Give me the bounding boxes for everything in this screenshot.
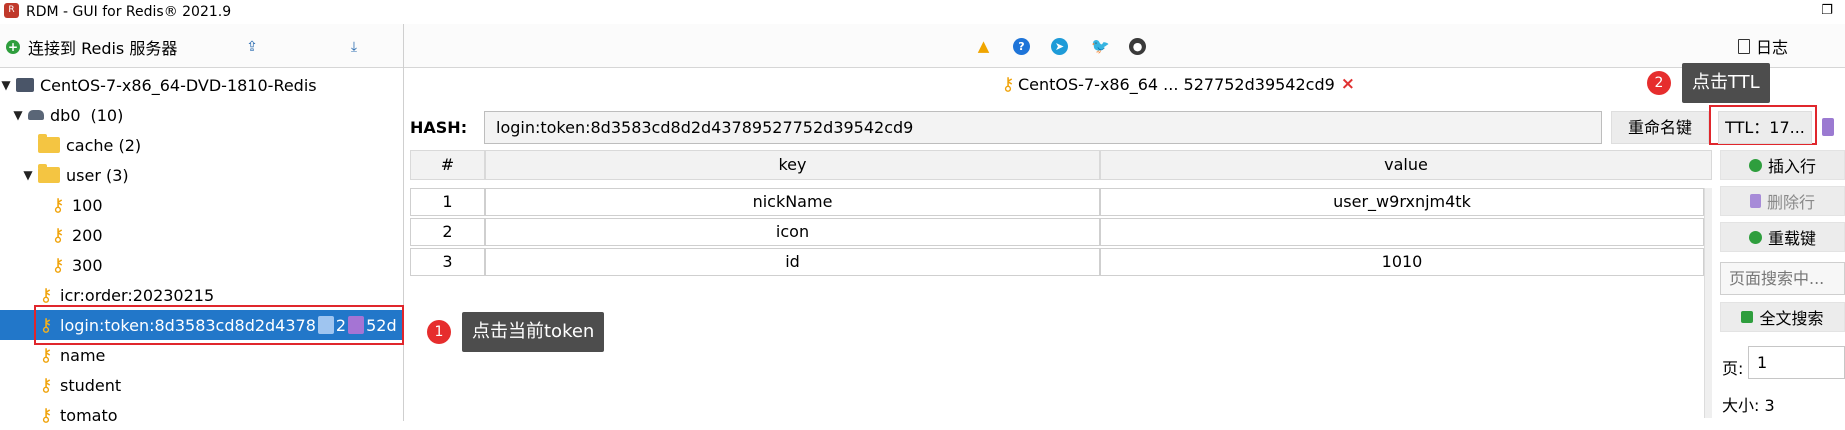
key-name-field[interactable]: login:token:8d3583cd8d2d43789527752d3954… (484, 111, 1602, 144)
folder-icon (38, 164, 60, 183)
tree-key-100[interactable]: ⚷ 100 (0, 190, 403, 220)
table-scrollbar[interactable] (1704, 188, 1712, 418)
key-icon: ⚷ (39, 284, 53, 306)
tree-item-label: cache (2) (66, 135, 142, 155)
plus-circle-icon: + (6, 40, 20, 54)
tree-server-node[interactable]: ▼ CentOS-7-x86_64-DVD-1810-Redis (0, 70, 403, 100)
table-header-value[interactable]: value (1100, 150, 1712, 180)
insert-row-button[interactable]: 插入行 (1720, 150, 1845, 180)
tree-key-300[interactable]: ⚷ 300 (0, 250, 403, 280)
window-title: RDM - GUI for Redis® 2021.9 (26, 4, 232, 20)
table-header-index[interactable]: # (410, 150, 485, 180)
tree-item-label: name (60, 345, 106, 365)
table-cell[interactable]: 3 (410, 248, 485, 276)
table-header-key[interactable]: key (485, 150, 1100, 180)
table-cell[interactable]: 1010 (1100, 248, 1704, 276)
ttl-button[interactable]: TTL：17... (1718, 111, 1812, 144)
annotation-badge: 2 (1647, 71, 1671, 95)
tree-db-node[interactable]: ▼ db0 (10) (0, 100, 403, 130)
folder-icon (38, 134, 60, 153)
insert-row-label: 插入行 (1767, 157, 1816, 176)
delete-key-icon[interactable] (1822, 118, 1834, 136)
table-cell[interactable]: id (485, 248, 1100, 276)
help-icon[interactable]: ? (1013, 38, 1030, 55)
expand-triangle-icon[interactable]: ▼ (12, 108, 24, 122)
db-name: db0 (50, 105, 81, 125)
rename-key-button[interactable]: 重命名键 (1611, 111, 1709, 144)
tree-item-label: 200 (72, 225, 103, 245)
app-logo-icon: R (4, 3, 19, 18)
annotation-callout: 点击当前token (462, 312, 605, 352)
delete-row-label: 删除行 (1766, 193, 1815, 212)
tab-title: CentOS-7-x86_64 ... 527752d39542cd9 (1018, 74, 1335, 94)
telegram-icon[interactable]: ➤ (1051, 38, 1068, 55)
expand-triangle-icon[interactable]: ▼ (22, 168, 34, 182)
tree-folder-user[interactable]: ▼ user (3) (0, 160, 403, 190)
restore-window-button[interactable]: ❐ (1818, 3, 1836, 19)
page-search-input[interactable]: 页面搜索中... (1720, 262, 1845, 295)
expand-triangle-icon[interactable]: ▼ (0, 78, 12, 92)
tree-key-student[interactable]: ⚷ student (0, 370, 403, 400)
key-icon: ⚷ (51, 194, 65, 216)
tree-item-label: student (60, 375, 122, 395)
key-icon: ⚷ (51, 224, 65, 246)
tree-folder-cache[interactable]: cache (2) (0, 130, 403, 160)
tree-item-label: icr:order:20230215 (60, 285, 215, 305)
table-cell[interactable]: 1 (410, 188, 485, 216)
reload-key-button[interactable]: 重载键 (1720, 222, 1845, 252)
tree-item-label: 300 (72, 255, 103, 275)
tab-key[interactable]: ⚷ CentOS-7-x86_64 ... 527752d39542cd9 × (1000, 70, 1355, 98)
key-type-label: HASH: (410, 118, 468, 137)
tree-item-label: 100 (72, 195, 103, 215)
table-cell[interactable] (1100, 218, 1704, 246)
trash-icon (1749, 194, 1761, 208)
delete-row-button[interactable]: 删除行 (1720, 186, 1845, 216)
log-icon (1738, 38, 1750, 54)
plus-circle-icon (1748, 158, 1762, 172)
db-key-count: (10) (90, 105, 124, 125)
twitter-icon[interactable]: 🐦 (1091, 38, 1110, 55)
server-name: CentOS-7-x86_64-DVD-1810-Redis (40, 75, 317, 95)
annotation-callout: 点击TTL (1682, 63, 1770, 103)
tree-item-label: tomato (60, 405, 118, 425)
log-button[interactable]: 日志 (1738, 33, 1788, 59)
key-icon: ⚷ (51, 254, 65, 276)
server-icon (16, 78, 34, 92)
play-icon (1741, 311, 1754, 323)
key-icon: ⚷ (39, 404, 53, 426)
key-icon: ⚷ (39, 344, 53, 366)
tree-key-tomato[interactable]: ⚷ tomato (0, 400, 403, 430)
pane-splitter[interactable] (403, 24, 404, 421)
page-label: 页: (1722, 359, 1744, 378)
key-icon: ⚷ (1001, 73, 1015, 95)
fulltext-search-button[interactable]: 全文搜索 (1720, 302, 1845, 332)
annotation-highlight-box (34, 305, 404, 345)
size-label: 大小: 3 (1722, 396, 1775, 415)
warning-icon[interactable]: ▲ (975, 38, 992, 55)
github-icon[interactable]: ● (1129, 38, 1146, 55)
table-cell[interactable]: 2 (410, 218, 485, 246)
reload-key-label: 重载键 (1767, 229, 1816, 248)
tree-item-label: user (3) (66, 165, 129, 185)
title-bar (0, 0, 1845, 24)
log-label: 日志 (1756, 38, 1789, 57)
annotation-badge: 1 (427, 320, 451, 344)
connect-server-label: 连接到 Redis 服务器 (28, 39, 178, 58)
database-icon (28, 110, 44, 120)
right-toolbar (404, 24, 1845, 68)
import-icon[interactable]: ⇪ (243, 38, 261, 56)
page-number-input[interactable]: 1 (1748, 346, 1845, 379)
table-cell[interactable]: user_w9rxnjm4tk (1100, 188, 1704, 216)
export-icon[interactable]: ⤓ (345, 38, 363, 56)
table-cell[interactable]: icon (485, 218, 1100, 246)
key-icon: ⚷ (39, 374, 53, 396)
table-cell[interactable]: nickName (485, 188, 1100, 216)
fulltext-search-label: 全文搜索 (1759, 309, 1824, 328)
close-icon[interactable]: × (1341, 74, 1355, 94)
connect-server-button[interactable]: + 连接到 Redis 服务器 (6, 35, 177, 59)
reload-icon (1748, 230, 1762, 244)
tree-key-200[interactable]: ⚷ 200 (0, 220, 403, 250)
